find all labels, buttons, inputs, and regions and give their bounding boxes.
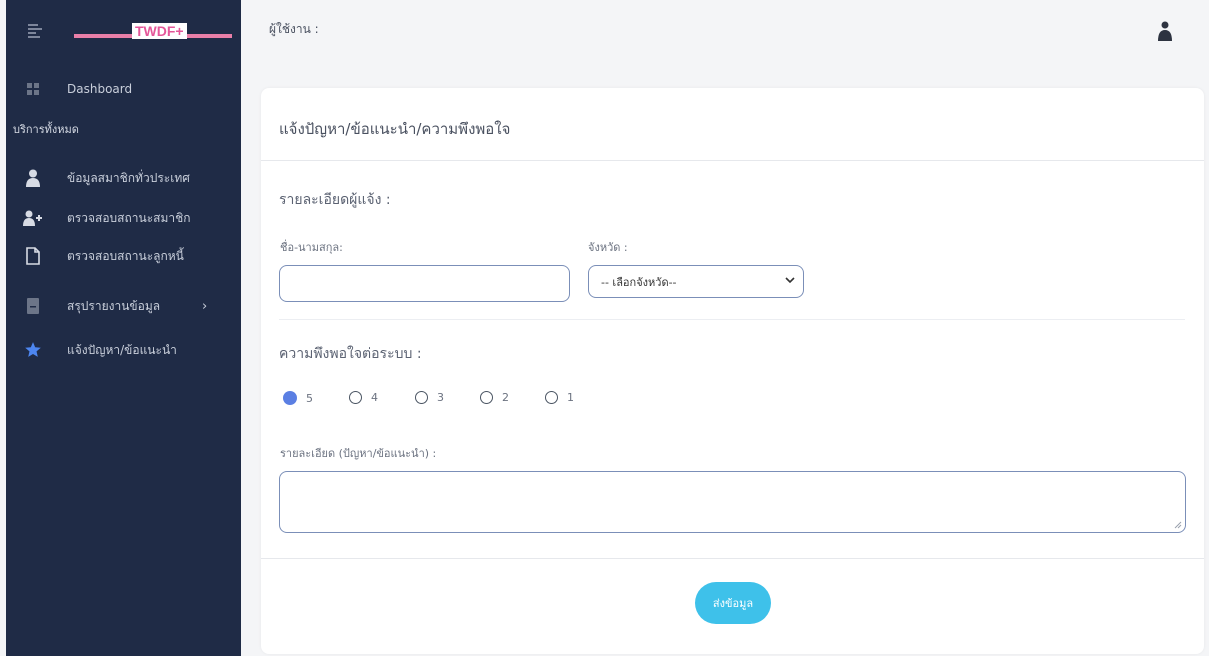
sidebar-item-members[interactable]: ข้อมูลสมาชิกทั่วประเทศ bbox=[6, 163, 241, 193]
details-textarea[interactable] bbox=[279, 471, 1186, 533]
radio-checked-icon bbox=[283, 391, 297, 405]
name-label: ชื่อ-นามสกุล: bbox=[280, 241, 343, 254]
reporter-section-title: รายละเอียดผู้แจ้ง : bbox=[279, 192, 391, 208]
user-icon bbox=[23, 168, 43, 188]
rating-label: 3 bbox=[437, 391, 444, 404]
name-input[interactable] bbox=[279, 265, 570, 302]
star-icon bbox=[23, 340, 43, 360]
card-header: แจ้งปัญหา/ข้อแนะนำ/ความพึงพอใจ bbox=[261, 88, 1204, 161]
document-icon bbox=[23, 296, 43, 316]
file-icon bbox=[23, 246, 43, 266]
rating-label: 1 bbox=[567, 391, 574, 404]
sidebar-item-member-status[interactable]: ตรวจสอบสถานะสมาชิก bbox=[6, 203, 241, 233]
rating-label: 2 bbox=[502, 391, 509, 404]
menu-toggle-icon[interactable] bbox=[28, 24, 42, 38]
add-user-icon bbox=[23, 208, 43, 228]
sidebar-section-title: บริการทั้งหมด bbox=[13, 123, 79, 136]
logo[interactable]: TWDF+ bbox=[74, 23, 232, 41]
details-label: รายละเอียด (ปัญหา/ข้อแนะนำ) : bbox=[280, 447, 437, 460]
chevron-down-icon bbox=[785, 277, 795, 284]
sidebar-item-reports[interactable]: สรุปรายงานข้อมูล › bbox=[6, 291, 241, 321]
card-footer-divider bbox=[261, 558, 1204, 559]
chevron-right-icon: › bbox=[202, 298, 208, 314]
feedback-card: แจ้งปัญหา/ข้อแนะนำ/ความพึงพอใจ รายละเอีย… bbox=[261, 88, 1204, 654]
rating-radio-3[interactable]: 3 bbox=[415, 391, 444, 404]
rating-label: 4 bbox=[371, 391, 378, 404]
rating-radio-2[interactable]: 2 bbox=[480, 391, 509, 404]
rating-radio-1[interactable]: 1 bbox=[545, 391, 574, 404]
radio-unchecked-icon bbox=[349, 391, 362, 404]
satisfaction-section-title: ความพึงพอใจต่อระบบ : bbox=[279, 346, 422, 362]
sidebar-item-debtor-status[interactable]: ตรวจสอบสถานะลูกหนี้ bbox=[6, 241, 241, 271]
radio-unchecked-icon bbox=[480, 391, 493, 404]
sidebar: TWDF+ Dashboard บริการทั้งหมด ข้อมูลสมาช… bbox=[6, 0, 241, 656]
resize-grip-icon[interactable] bbox=[1174, 521, 1182, 529]
sidebar-item-label: ตรวจสอบสถานะลูกหนี้ bbox=[67, 248, 184, 263]
rating-radio-5[interactable]: 5 bbox=[283, 391, 313, 405]
province-select-value: -- เลือกจังหวัด-- bbox=[601, 275, 677, 289]
divider bbox=[279, 319, 1185, 320]
sidebar-item-dashboard[interactable]: Dashboard bbox=[6, 74, 241, 104]
sidebar-item-label: แจ้งปัญหา/ข้อแนะนำ bbox=[67, 342, 177, 357]
sidebar-item-label: ข้อมูลสมาชิกทั่วประเทศ bbox=[67, 170, 190, 185]
logo-text: TWDF+ bbox=[132, 23, 187, 39]
radio-unchecked-icon bbox=[415, 391, 428, 404]
sidebar-item-label: สรุปรายงานข้อมูล bbox=[67, 298, 161, 313]
dashboard-icon bbox=[23, 79, 43, 99]
sidebar-item-feedback[interactable]: แจ้งปัญหา/ข้อแนะนำ bbox=[6, 335, 241, 365]
rating-radio-4[interactable]: 4 bbox=[349, 391, 378, 404]
rating-label: 5 bbox=[306, 391, 313, 405]
sidebar-item-label: ตรวจสอบสถานะสมาชิก bbox=[67, 210, 191, 225]
user-menu-icon[interactable] bbox=[1157, 21, 1173, 43]
province-select[interactable]: -- เลือกจังหวัด-- bbox=[588, 265, 804, 298]
sidebar-item-label: Dashboard bbox=[67, 82, 133, 96]
province-label: จังหวัด : bbox=[588, 241, 628, 254]
submit-button[interactable]: ส่งข้อมูล bbox=[695, 582, 771, 624]
radio-unchecked-icon bbox=[545, 391, 558, 404]
user-label: ผู้ใช้งาน : bbox=[269, 22, 319, 36]
page-title: แจ้งปัญหา/ข้อแนะนำ/ความพึงพอใจ bbox=[279, 120, 511, 138]
